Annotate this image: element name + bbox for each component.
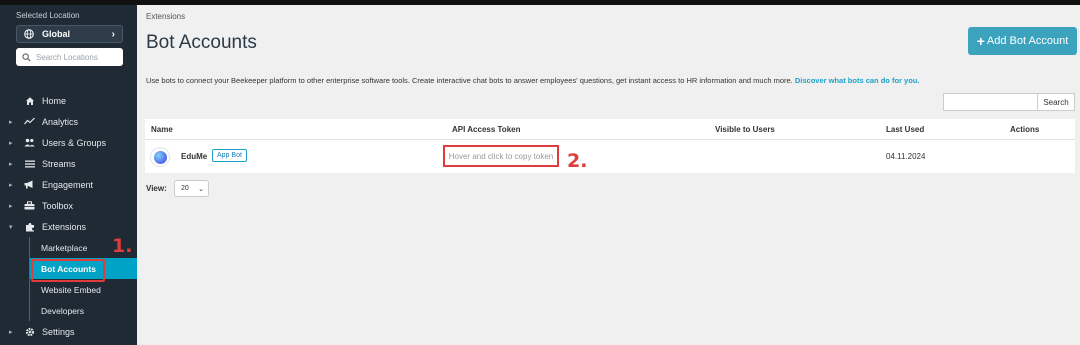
discover-bots-link[interactable]: Discover what bots can do for you. bbox=[795, 76, 920, 85]
sub-marketplace-label: Marketplace bbox=[41, 242, 88, 253]
streams-icon bbox=[24, 158, 35, 169]
page-description: Use bots to connect your Beekeeper platf… bbox=[146, 76, 1066, 85]
nav-settings[interactable]: ▸ Settings bbox=[0, 321, 137, 342]
nav-extensions[interactable]: ▾ Extensions bbox=[0, 216, 137, 237]
nav-analytics[interactable]: ▸ Analytics bbox=[0, 111, 137, 132]
users-icon bbox=[24, 137, 35, 148]
nav-streams[interactable]: ▸ Streams bbox=[0, 153, 137, 174]
caret-right-icon: ▸ bbox=[9, 202, 13, 210]
col-api-token: API Access Token bbox=[452, 124, 521, 134]
nav-analytics-label: Analytics bbox=[42, 116, 79, 127]
caret-right-icon: ▸ bbox=[9, 181, 13, 189]
sub-website-embed-label: Website Embed bbox=[41, 284, 101, 295]
breadcrumb[interactable]: Extensions bbox=[146, 12, 185, 21]
api-token-field[interactable]: Hover and click to copy token bbox=[443, 145, 559, 167]
nav-users-groups-label: Users & Groups bbox=[42, 137, 107, 148]
nav-engagement[interactable]: ▸ Engagement bbox=[0, 174, 137, 195]
add-bot-account-button[interactable]: + Add Bot Account bbox=[968, 27, 1077, 55]
sub-website-embed[interactable]: Website Embed bbox=[0, 279, 137, 300]
nav-users-groups[interactable]: ▸ Users & Groups bbox=[0, 132, 137, 153]
description-text: Use bots to connect your Beekeeper platf… bbox=[146, 76, 793, 85]
bots-table: Name API Access Token Visible to Users L… bbox=[145, 119, 1075, 173]
megaphone-icon bbox=[24, 179, 35, 190]
col-last-used[interactable]: Last Used bbox=[886, 125, 924, 134]
sub-developers-label: Developers bbox=[41, 305, 84, 316]
location-search-placeholder: Search Locations bbox=[36, 52, 98, 62]
chevron-down-icon: ⌄ bbox=[198, 185, 204, 193]
nav-settings-label: Settings bbox=[42, 326, 75, 337]
search-button[interactable]: Search bbox=[1037, 93, 1075, 111]
location-selector[interactable]: Global › bbox=[16, 25, 123, 43]
annotation-step-2: 2. bbox=[567, 150, 588, 172]
annotation-step-1: 1. bbox=[112, 235, 133, 257]
home-icon bbox=[24, 95, 35, 106]
location-search-input[interactable]: Search Locations bbox=[16, 48, 123, 66]
nav-streams-label: Streams bbox=[42, 158, 76, 169]
last-used-value: 04.11.2024 bbox=[886, 152, 926, 161]
caret-down-icon: ▾ bbox=[9, 223, 13, 231]
nav-home[interactable]: Home bbox=[0, 90, 137, 111]
caret-right-icon: ▸ bbox=[9, 118, 13, 126]
bot-avatar bbox=[150, 147, 170, 167]
toolbox-icon bbox=[24, 200, 35, 211]
main-nav: Home ▸ Analytics ▸ Users & Groups ▸ Stre… bbox=[0, 90, 137, 342]
caret-right-icon: ▸ bbox=[9, 139, 13, 147]
sub-developers[interactable]: Developers bbox=[0, 300, 137, 321]
analytics-icon bbox=[24, 116, 35, 127]
gear-icon bbox=[24, 326, 35, 337]
selected-location-label: Selected Location bbox=[16, 11, 80, 20]
main-content: Extensions Bot Accounts + Add Bot Accoun… bbox=[137, 5, 1080, 345]
plus-icon: + bbox=[976, 33, 985, 49]
bot-name[interactable]: EduMe bbox=[181, 152, 207, 161]
col-visible: Visible to Users bbox=[715, 124, 775, 134]
nav-home-label: Home bbox=[42, 95, 67, 106]
nav-toolbox-label: Toolbox bbox=[42, 200, 74, 211]
annotation-highlight-1 bbox=[31, 259, 105, 282]
search-icon bbox=[22, 52, 31, 62]
page-title: Bot Accounts bbox=[146, 32, 257, 53]
nav-engagement-label: Engagement bbox=[42, 179, 94, 190]
table-row: EduMe App Bot Hover and click to copy to… bbox=[145, 140, 1075, 173]
nav-extensions-label: Extensions bbox=[42, 221, 87, 232]
page-size-select[interactable]: 20 ⌄ bbox=[174, 180, 209, 197]
globe-icon bbox=[24, 29, 34, 39]
col-name[interactable]: Name bbox=[151, 125, 173, 134]
caret-right-icon: ▸ bbox=[9, 328, 13, 336]
table-header: Name API Access Token Visible to Users L… bbox=[145, 119, 1075, 140]
add-bot-account-label: Add Bot Account bbox=[986, 35, 1069, 47]
nav-toolbox[interactable]: ▸ Toolbox bbox=[0, 195, 137, 216]
page-size-value: 20 bbox=[181, 185, 189, 192]
bot-search-input[interactable] bbox=[943, 93, 1038, 111]
sidebar: Selected Location Global › Search Locati… bbox=[0, 5, 137, 345]
chevron-right-icon: › bbox=[111, 28, 115, 40]
submenu-guide-line bbox=[29, 237, 30, 321]
view-label: View: bbox=[146, 184, 167, 193]
col-actions: Actions bbox=[1010, 124, 1040, 134]
caret-right-icon: ▸ bbox=[9, 160, 13, 168]
puzzle-icon bbox=[24, 221, 35, 232]
app-bot-badge: App Bot bbox=[212, 149, 247, 162]
location-value: Global bbox=[42, 29, 71, 39]
